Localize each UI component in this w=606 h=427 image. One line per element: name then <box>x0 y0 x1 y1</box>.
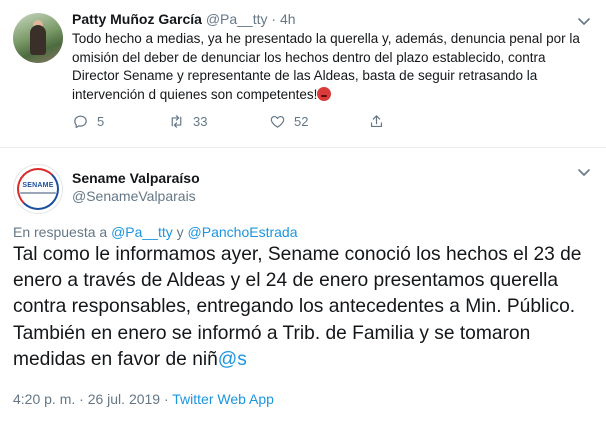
author-handle[interactable]: @SenameValparais <box>72 188 196 204</box>
like-button[interactable]: 52 <box>269 113 308 130</box>
retweet-button[interactable]: 33 <box>168 113 207 130</box>
reply-button[interactable]: 5 <box>72 113 104 130</box>
sename-logo-text: SENAME <box>22 182 54 189</box>
chevron-down-icon[interactable] <box>577 14 591 28</box>
tweet2-text: Tal como le informamos ayer, Sename cono… <box>13 242 593 373</box>
tweet-time[interactable]: 4h <box>280 11 296 27</box>
tweet1-actions: 5 33 52 <box>72 113 392 131</box>
tweet2-body: Tal como le informamos ayer, Sename cono… <box>13 244 582 370</box>
reply-mention-patty[interactable]: @Pa__tty <box>111 224 173 240</box>
avatar-figure <box>30 25 46 55</box>
separator: · <box>271 11 277 27</box>
retweet-icon <box>171 115 182 128</box>
tweet-source-link[interactable]: Twitter Web App <box>172 391 274 407</box>
chevron-down-icon[interactable] <box>577 165 591 179</box>
sename-logo-ring <box>17 168 59 210</box>
sename-logo-subline <box>20 192 56 194</box>
author-name[interactable]: Sename Valparaíso <box>72 170 200 186</box>
author-name[interactable]: Patty Muñoz García <box>72 11 202 27</box>
reply-prefix: En respuesta a <box>13 224 112 240</box>
reply-mention-pancho[interactable]: @PanchoEstrada <box>188 224 298 240</box>
angry-face-icon <box>317 86 332 101</box>
avatar-sename[interactable]: SENAME <box>13 164 63 214</box>
tweet-divider <box>0 147 606 148</box>
reply-count: 5 <box>97 114 105 129</box>
avatar-patty[interactable] <box>13 13 63 63</box>
author-handle[interactable]: @Pa__tty <box>206 11 268 27</box>
reply-context: En respuesta a @Pa__tty y @PanchoEstrada <box>13 224 297 240</box>
tweet2-mention[interactable]: @s <box>218 349 247 370</box>
retweet-count: 33 <box>193 114 208 129</box>
timestamp-text[interactable]: 4:20 p. m. · 26 jul. 2019 · <box>13 391 172 407</box>
tweet1-header: Patty Muñoz García @Pa__tty · 4h <box>72 11 296 27</box>
heart-icon <box>270 115 285 128</box>
share-icon <box>370 115 383 128</box>
tweet1-text: Todo hecho a medias, ya he presentado la… <box>72 30 594 104</box>
like-count: 52 <box>294 114 309 129</box>
reply-icon <box>74 115 87 129</box>
reply-joiner: y <box>172 224 188 240</box>
share-button[interactable] <box>368 113 385 130</box>
tweet-timestamp: 4:20 p. m. · 26 jul. 2019 · Twitter Web … <box>13 391 274 407</box>
